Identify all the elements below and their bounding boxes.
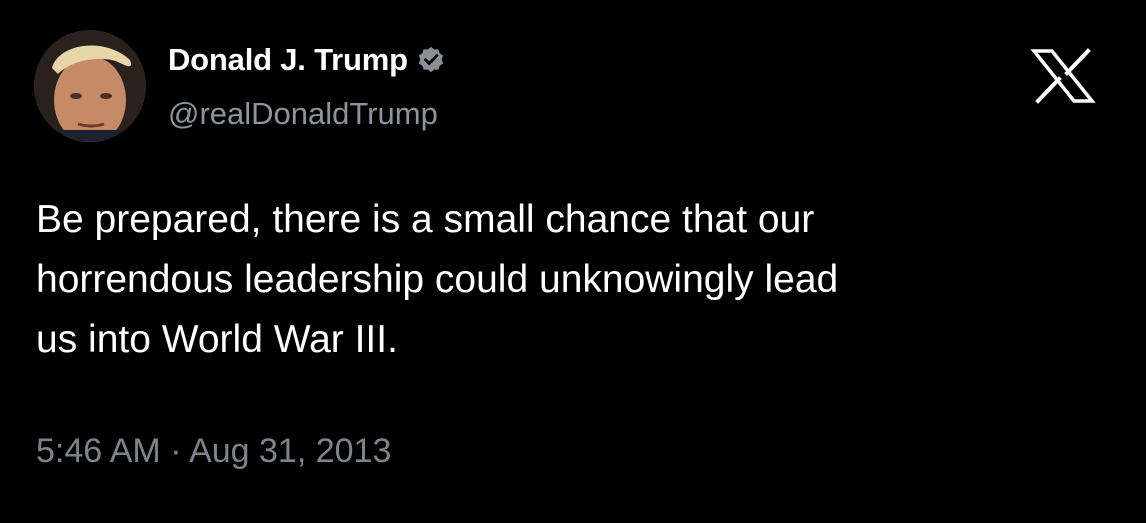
avatar[interactable] — [34, 30, 146, 142]
tweet-card: Donald J. Trump @realDonaldTrump Be prep… — [0, 0, 1146, 523]
author-handle[interactable]: @realDonaldTrump — [168, 96, 438, 132]
tweet-text-line: horrendous leadership could unknowingly … — [36, 258, 839, 301]
tweet-text: Be prepared, there is a small chance tha… — [36, 190, 1096, 370]
tweet-text-line: us into World War III. — [36, 318, 398, 361]
tweet-text-line: Be prepared, there is a small chance tha… — [36, 198, 815, 241]
author-display-name[interactable]: Donald J. Trump — [168, 42, 408, 78]
post-timestamp[interactable]: 5:46 AM · Aug 31, 2013 — [36, 432, 391, 471]
x-logo-icon[interactable] — [1030, 48, 1096, 104]
author-name-row: Donald J. Trump — [168, 40, 446, 80]
verified-badge-icon[interactable] — [416, 45, 446, 75]
avatar-photo — [34, 30, 146, 142]
